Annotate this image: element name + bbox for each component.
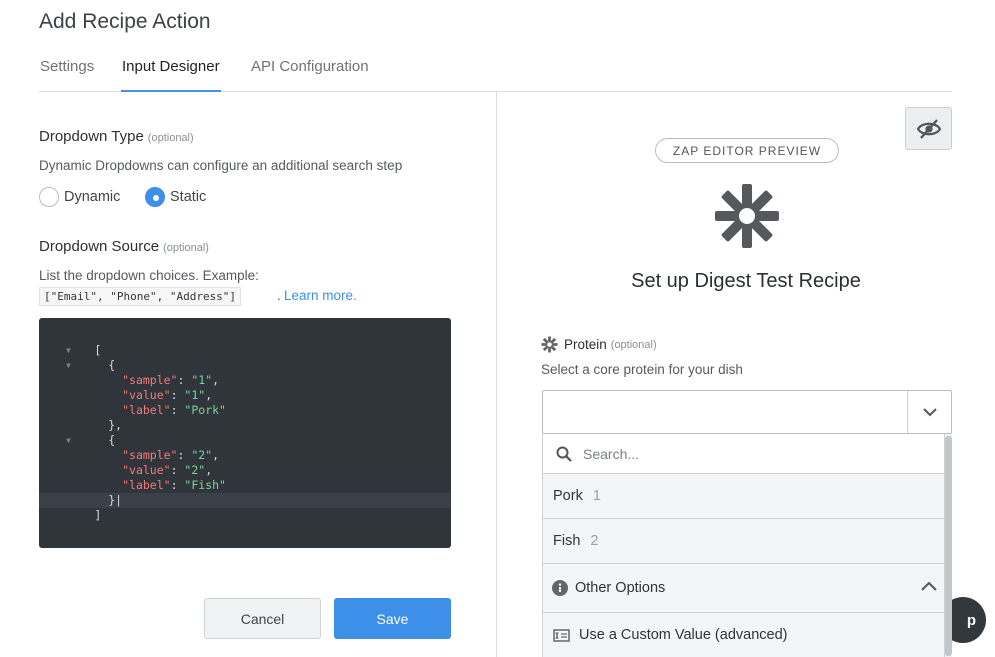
save-button[interactable]: Save [334,598,451,639]
select-toggle-button[interactable] [907,391,951,433]
chevron-up-icon [921,581,937,591]
radio-label: Static [170,189,207,205]
code-text: [ [94,343,102,357]
dropdown-source-label: Dropdown Source (optional) [39,238,209,255]
dropdown-option-fish[interactable]: Fish 2 [543,519,944,564]
code-line-current: }| [39,493,451,508]
learn-more-link[interactable]: Learn more. [284,288,357,303]
option-value: 1 [592,488,601,504]
radio-label: Dynamic [64,189,121,205]
scrollbar-thumb[interactable] [945,436,952,656]
tab-settings[interactable]: Settings [40,58,94,92]
option-value: 2 [590,533,599,549]
zapier-logo-icon [715,184,779,248]
search-input[interactable] [583,442,923,466]
protein-dropdown-menu: Pork 1 Fish 2 Other Options Use a Custom… [542,434,945,657]
fold-arrow-icon[interactable]: ▼ [66,343,71,358]
optional-tag: (optional) [610,338,657,351]
protein-field-label: Protein (optional) [541,336,657,353]
protein-select[interactable] [542,390,952,434]
eye-slash-icon [916,118,941,139]
code-line: ] [39,508,102,522]
protein-label: Protein [564,337,607,352]
chevron-down-icon [922,408,937,417]
fold-arrow-icon[interactable]: ▼ [66,433,71,448]
dropdown-source-title: Dropdown Source [39,238,160,255]
dropdown-type-title: Dropdown Type [39,128,144,145]
other-options-toggle[interactable]: Other Options [543,564,944,613]
cancel-button[interactable]: Cancel [204,598,321,639]
custom-value-label: Use a Custom Value (advanced) [579,627,788,643]
dropdown-type-label: Dropdown Type (optional) [39,128,194,145]
tab-bar: Settings Input Designer API Configuratio… [39,58,952,92]
custom-value-option[interactable]: Use a Custom Value (advanced) [543,613,944,657]
option-label: Pork [553,488,583,504]
code-line: ▼ { [39,433,116,448]
code-line: ▼ [ [39,343,451,358]
code-editor[interactable]: ▼ [ ▼ { "sample": "1", "value": "1", "la… [39,318,451,548]
custom-value-icon [553,628,570,642]
tab-input-designer[interactable]: Input Designer [121,58,221,92]
recipe-title: Set up Digest Test Recipe [631,270,861,292]
optional-tag: (optional) [163,242,209,254]
tab-api-configuration[interactable]: API Configuration [251,58,369,92]
search-icon [556,446,572,462]
info-icon [552,580,568,596]
gear-icon [541,336,558,353]
dropdown-search [543,434,944,474]
protein-help: Select a core protein for your dish [541,362,743,377]
radio-static[interactable]: Static [145,187,206,207]
column-divider [496,92,497,657]
page-title: Add Recipe Action [39,10,211,33]
code-line: "label": "Fish" [122,478,226,492]
code-line: "label": "Pork" [122,403,226,417]
code-line: "value": "2", [122,463,213,477]
dropdown-type-help: Dynamic Dropdowns can configure an addit… [39,158,403,173]
example-period: . [277,288,281,303]
option-label: Fish [553,533,581,549]
radio-circle[interactable] [39,187,59,207]
dropdown-option-pork[interactable]: Pork 1 [543,474,944,519]
code-line: }, [39,418,123,432]
dropdown-source-help: List the dropdown choices. Example: [39,268,259,283]
example-code: ["Email", "Phone", "Address"] [39,287,242,306]
toggle-preview-button[interactable] [905,107,952,150]
zap-editor-preview-badge: ZAP EDITOR PREVIEW [655,138,839,163]
optional-tag: (optional) [147,132,194,144]
code-line: "sample": "2", [122,448,220,462]
code-line: "value": "1", [122,388,213,402]
radio-circle-checked[interactable] [145,187,165,207]
fold-arrow-icon[interactable]: ▼ [66,358,71,373]
radio-dynamic[interactable]: Dynamic [39,187,120,207]
code-line: ▼ { [39,358,116,373]
other-options-label: Other Options [575,580,666,596]
code-line: "sample": "1", [122,373,220,387]
dropdown-scrollbar[interactable] [945,434,952,657]
